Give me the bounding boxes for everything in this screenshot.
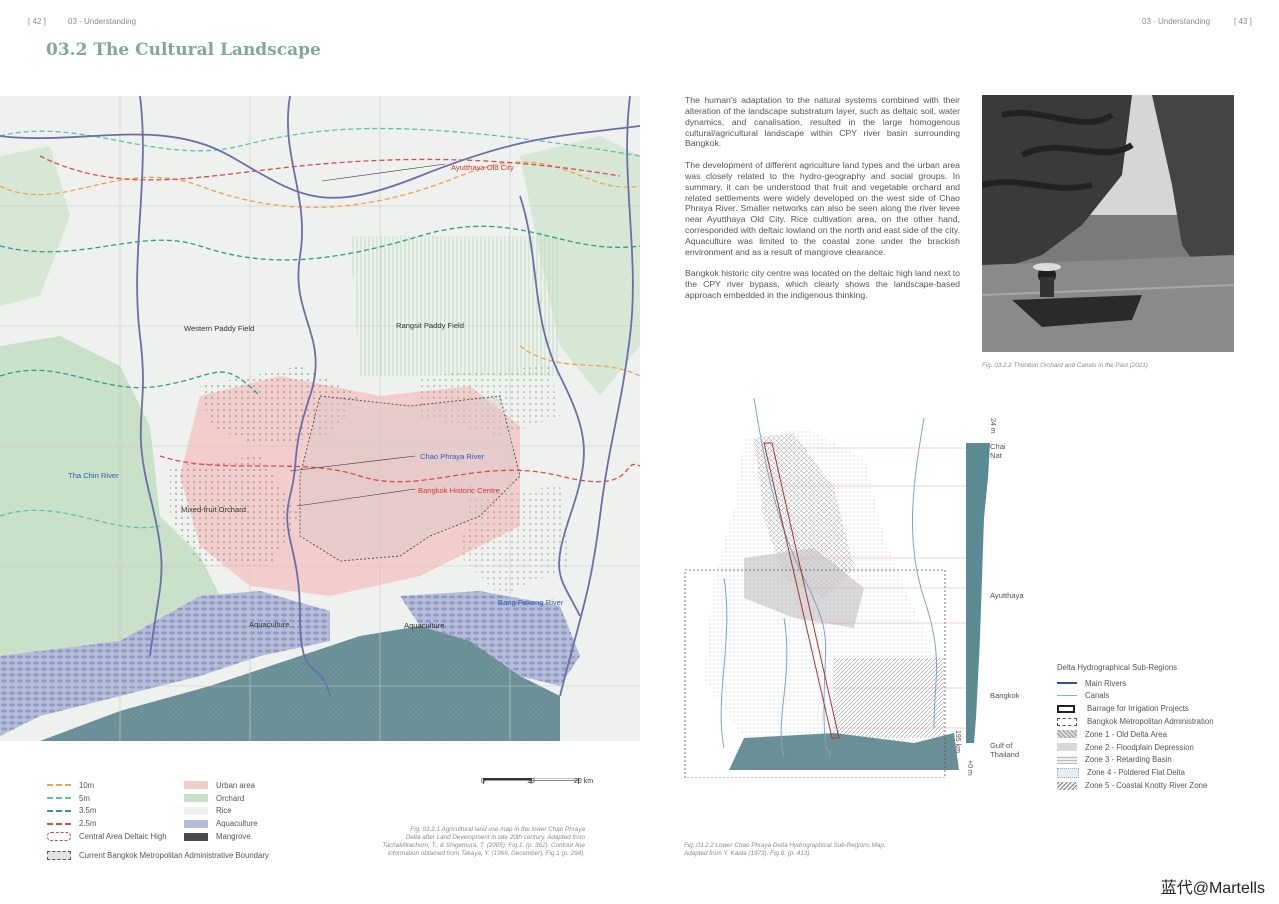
body-paragraph: The development of different agriculture… <box>685 160 960 257</box>
ayutthaya-label: Ayutthaya Old City <box>451 163 514 172</box>
historic-photo-graphic <box>982 95 1234 352</box>
deltaic-high-label: Central Area Deltaic High <box>79 832 167 842</box>
land-use-map: Ayutthaya Old City Western Paddy Field R… <box>0 96 640 741</box>
map-caption-line: Fig. 03.2.1 Agricultural land use map in… <box>410 826 585 833</box>
western-paddy-label: Western Paddy Field <box>184 324 255 333</box>
elevation-bottom-label: +0 m <box>966 760 973 776</box>
mixed-fruit-label: Mixed-fruit Orchard <box>181 505 246 514</box>
hydro-legend: Delta Hydrographical Sub-Regions Main Ri… <box>1057 661 1214 792</box>
contour-10m-label: 10m <box>79 780 95 790</box>
legend-item: Zone 5 - Coastal Knotty River Zone <box>1085 781 1208 791</box>
contour-10m-swatch <box>47 784 71 787</box>
gulf-line: Thailand <box>990 750 1020 759</box>
zone2-swatch <box>1057 743 1077 752</box>
historic-centre-label: Bangkok Historic Centre <box>418 486 500 495</box>
body-text: The human's adaptation to the natural sy… <box>685 95 960 312</box>
map-caption-line: Tachakitkachorn, T., & Shigemura, T. (20… <box>382 842 585 849</box>
rice-swatch <box>184 806 208 815</box>
aquaculture-west-label: Aquaculture <box>249 620 290 629</box>
aquaculture-east-label: Aquaculture <box>404 621 445 630</box>
legend-item: Canals <box>1085 691 1110 701</box>
hydro-legend-title: Delta Hydrographical Sub-Regions <box>1057 662 1178 672</box>
legend-item: Zone 3 - Retarding Basin <box>1085 755 1172 765</box>
contour-2-5m-label: 2.5m <box>79 819 97 829</box>
rangsit-paddy-label: Rangsit Paddy Field <box>396 321 464 330</box>
body-paragraph: Bangkok historic city centre was located… <box>685 268 960 301</box>
page-title: 03.2 The Cultural Landscape <box>46 40 321 60</box>
right-page-number: [ 43 ] <box>1234 17 1252 26</box>
hydro-diagram-graphic <box>684 397 990 779</box>
chai-nat-label: Chai Nat <box>990 442 1006 460</box>
map-caption: Fig. 03.2.1 Agricultural land use map in… <box>373 826 585 858</box>
scale-tick-10: 10 <box>527 778 535 785</box>
aquaculture-swatch <box>184 819 208 828</box>
urban-label: Urban area <box>216 780 256 790</box>
distance-label: 195 km <box>954 730 961 753</box>
left-page-number: [ 42 ] <box>28 17 46 26</box>
mangrove-label: Mangrove <box>216 832 251 842</box>
bma-swatch <box>1057 717 1077 726</box>
photo-caption: Fig. 03.2.2 Thonburi Orchard and Canals … <box>982 362 1148 369</box>
left-section-title: 03 - Understanding <box>68 17 137 26</box>
chai-nat-line: Nat <box>990 451 1002 460</box>
elevation-top-label: 24 m <box>989 418 996 434</box>
tha-chin-label: Tha Chin River <box>68 471 119 480</box>
contour-2-5m-swatch <box>47 822 71 825</box>
legend-item: Zone 4 - Poldered Flat Delta <box>1087 768 1185 778</box>
contour-3-5m-swatch <box>47 809 71 812</box>
rice-label: Rice <box>216 806 232 816</box>
boundary-label: Current Bangkok Metropolitan Administrat… <box>79 850 269 860</box>
contour-3-5m-label: 3.5m <box>79 806 97 816</box>
legend-item: Zone 1 - Old Delta Area <box>1085 729 1167 739</box>
chai-nat-line: Chai <box>990 442 1006 451</box>
mangrove-swatch <box>184 832 208 841</box>
watermark: 蓝代@Martells <box>1160 880 1265 897</box>
diagram-caption-line: Adapted from Y. Kaida (1973). Fig.8. (p.… <box>684 850 812 857</box>
orchard-label: Orchard <box>216 793 245 803</box>
zone3-swatch <box>1057 755 1077 764</box>
orchard-swatch <box>184 794 208 803</box>
body-paragraph: The human's adaptation to the natural sy… <box>685 95 960 149</box>
legend-item: Zone 2 - Floodplain Depression <box>1085 742 1194 752</box>
barrage-swatch <box>1057 704 1075 713</box>
map-caption-line: Delta after Land Development in late 20t… <box>405 834 585 841</box>
diagram-caption-line: Fig. 03.2.2 Lower Chao Phraya Delta Hydr… <box>684 842 886 849</box>
legend-item: Barrage for Irrigation Projects <box>1087 704 1189 714</box>
urban-swatch <box>184 781 208 790</box>
right-section-title: 03 - Understanding <box>1142 17 1211 26</box>
diagram-caption: Fig. 03.2.2 Lower Chao Phraya Delta Hydr… <box>684 842 886 858</box>
deltaic-high-swatch <box>47 832 71 842</box>
ayutthaya-profile-label: Ayutthaya <box>990 591 1024 600</box>
historic-photo <box>982 95 1234 352</box>
gulf-line: Gulf of <box>990 741 1013 750</box>
contour-5m-label: 5m <box>79 793 90 803</box>
scale-bar: 0 10 20 km <box>481 773 593 791</box>
boundary-swatch <box>47 850 71 860</box>
scale-tick-0: 0 <box>481 778 485 785</box>
main-rivers-swatch <box>1057 682 1077 685</box>
bangkok-profile-label: Bangkok <box>990 691 1020 700</box>
land-use-map-graphic <box>0 96 640 741</box>
hydro-diagram: 24 m 195 km +0 m Chai Nat Ayutthaya Bangk… <box>684 378 1024 779</box>
legend-item: Main Rivers <box>1085 678 1127 688</box>
legend-item: Bangkok Metropolitan Administration <box>1087 717 1214 727</box>
gulf-label: Gulf of Thailand <box>990 741 1019 759</box>
bang-pakong-label: Bang Pakong River <box>498 598 564 607</box>
aquaculture-label: Aquaculture <box>216 819 258 829</box>
zone5-swatch <box>1057 781 1077 790</box>
chao-phraya-label: Chao Phraya River <box>420 452 485 461</box>
landuse-legend: Urban area Orchard Rice Aquaculture Mang… <box>184 779 258 843</box>
contour-5m-swatch <box>47 797 71 800</box>
zone1-swatch <box>1057 730 1077 739</box>
scale-tick-20: 20 km <box>574 778 594 785</box>
map-caption-line: information obtained from Takaya, Y. (19… <box>387 850 585 857</box>
canals-swatch <box>1057 695 1077 697</box>
zone4-swatch <box>1057 767 1079 778</box>
